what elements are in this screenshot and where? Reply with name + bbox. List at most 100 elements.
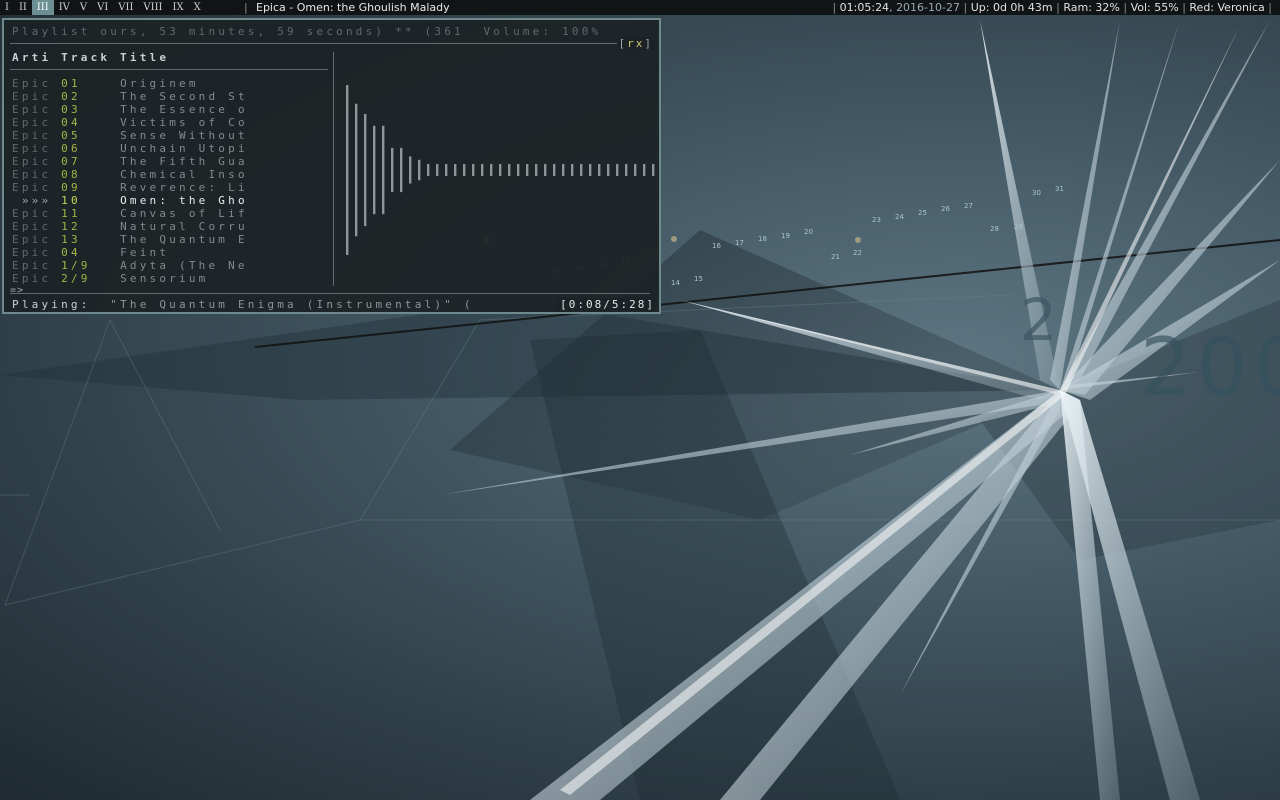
- svg-text:31: 31: [1055, 185, 1064, 193]
- visualizer-bar: [499, 164, 502, 176]
- music-player-terminal[interactable]: Playlist ours, 53 minutes, 59 seconds) *…: [2, 18, 661, 314]
- visualizer-bar: [517, 164, 520, 176]
- track-row[interactable]: Epic 04 Feint: [12, 246, 169, 259]
- visualizer-bar: [445, 164, 448, 176]
- status-separator: |: [1268, 1, 1272, 14]
- track-title: Victims of Co: [120, 116, 248, 129]
- visualizer-bar: [364, 113, 367, 227]
- track-row[interactable]: Epic 01 Originem: [12, 77, 199, 90]
- active-window-title: Epica - Omen: the Ghoulish Malady: [256, 1, 450, 14]
- track-row[interactable]: Epic 12 Natural Corru: [12, 220, 248, 233]
- track-row[interactable]: Epic 03 The Essence o: [12, 103, 248, 116]
- track-number: 06: [61, 142, 81, 155]
- track-artist: Epic: [12, 155, 52, 168]
- svg-text:17: 17: [735, 239, 744, 247]
- audio-visualizer: [346, 85, 655, 255]
- track-row[interactable]: Epic 1/9 Adyta (The Ne: [12, 259, 248, 272]
- workspace-ii[interactable]: II: [14, 0, 32, 15]
- track-number: 05: [61, 129, 81, 142]
- visualizer-bar: [634, 164, 637, 176]
- visualizer-bar: [346, 85, 349, 255]
- svg-text:20: 20: [804, 228, 813, 236]
- visualizer-bar: [355, 103, 358, 237]
- svg-text:15: 15: [694, 275, 703, 283]
- track-number: 13: [61, 233, 81, 246]
- track-row[interactable]: Epic 07 The Fifth Gua: [12, 155, 248, 168]
- uptime-readout: Up: 0d 0h 43m: [970, 1, 1053, 14]
- svg-text:16: 16: [712, 242, 721, 250]
- track-title: Adyta (The Ne: [120, 259, 248, 272]
- visualizer-bar: [625, 164, 628, 176]
- visualizer-bar: [382, 125, 385, 215]
- track-number: 12: [61, 220, 81, 233]
- track-artist: Epic: [12, 77, 52, 90]
- track-row[interactable]: Epic 05 Sense Without: [12, 129, 248, 142]
- visualizer-bar: [454, 164, 457, 176]
- track-number: 09: [61, 181, 81, 194]
- clock-date: 2016-10-27: [896, 1, 960, 14]
- track-artist: Epic: [12, 220, 52, 233]
- visualizer-bar: [553, 164, 556, 176]
- workspace-vi[interactable]: VI: [92, 0, 113, 15]
- track-row-current[interactable]: »»» 10 Omen: the Gho: [12, 194, 248, 207]
- visualizer-bar: [544, 164, 547, 176]
- workspace-iv[interactable]: IV: [54, 0, 75, 15]
- visualizer-bar: [571, 164, 574, 176]
- progress-time: [0:08/5:28]: [556, 298, 655, 311]
- track-artist: »»»: [12, 194, 52, 207]
- clock-time: 01:05:24: [839, 1, 890, 14]
- svg-text:23: 23: [872, 216, 881, 224]
- track-number: 1/9: [61, 259, 91, 272]
- track-number: 04: [61, 116, 81, 129]
- workspace-i[interactable]: I: [0, 0, 14, 15]
- workspace-vii[interactable]: VII: [113, 0, 138, 15]
- track-title: The Essence o: [120, 103, 248, 116]
- track-artist: Epic: [12, 181, 52, 194]
- track-title: Omen: the Gho: [120, 194, 248, 207]
- track-row[interactable]: Epic 08 Chemical Inso: [12, 168, 248, 181]
- system-status: | 01:05:24, 2016-10-27 | Up: 0d 0h 43m |…: [832, 1, 1272, 14]
- visualizer-bar: [535, 164, 538, 176]
- svg-text:24: 24: [895, 213, 904, 221]
- track-artist: Epic: [12, 168, 52, 181]
- svg-text:18: 18: [758, 235, 767, 243]
- track-number: 02: [61, 90, 81, 103]
- workspace-iii[interactable]: III: [31, 0, 54, 15]
- rx-text: rx: [627, 37, 645, 50]
- now-playing-line: Playing: "The Quantum Enigma (Instrument…: [12, 298, 474, 311]
- visualizer-bar: [481, 164, 484, 176]
- track-title: Sensorium: [120, 272, 209, 285]
- visualizer-bar: [526, 164, 529, 176]
- workspace-ix[interactable]: IX: [168, 0, 189, 15]
- visualizer-bar: [643, 164, 646, 176]
- track-row[interactable]: Epic 2/9 Sensorium: [12, 272, 208, 285]
- arrow-indicator: =>: [10, 285, 25, 296]
- track-title: Natural Corru: [120, 220, 248, 233]
- track-row[interactable]: Epic 09 Reverence: Li: [12, 181, 248, 194]
- track-row[interactable]: Epic 13 The Quantum E: [12, 233, 248, 246]
- workspace-v[interactable]: V: [75, 0, 92, 15]
- workspace-viii[interactable]: VIII: [138, 0, 167, 15]
- visualizer-bar: [427, 164, 430, 176]
- svg-text:26: 26: [941, 205, 950, 213]
- pane-divider: [333, 52, 334, 286]
- svg-text:19: 19: [781, 232, 790, 240]
- header-divider: [10, 43, 650, 44]
- track-row[interactable]: Epic 06 Unchain Utopi: [12, 142, 248, 155]
- visualizer-bar: [652, 164, 655, 176]
- track-row[interactable]: Epic 04 Victims of Co: [12, 116, 248, 129]
- workspace-x[interactable]: X: [189, 0, 206, 15]
- track-row[interactable]: Epic 02 The Second St: [12, 90, 248, 103]
- track-number: 10: [61, 194, 81, 207]
- visualizer-bar: [418, 159, 421, 181]
- svg-text:200: 200: [1140, 321, 1280, 414]
- status-separator: |: [832, 1, 837, 14]
- track-title: Feint: [120, 246, 170, 259]
- svg-text:2: 2: [1020, 286, 1057, 354]
- track-title: The Fifth Gua: [120, 155, 248, 168]
- track-artist: Epic: [12, 207, 52, 220]
- playing-label: Playing:: [12, 298, 91, 311]
- track-title: Unchain Utopi: [120, 142, 248, 155]
- track-row[interactable]: Epic 11 Canvas of Lif: [12, 207, 248, 220]
- playing-song: "The Quantum Enigma (Instrumental)" (: [110, 298, 474, 311]
